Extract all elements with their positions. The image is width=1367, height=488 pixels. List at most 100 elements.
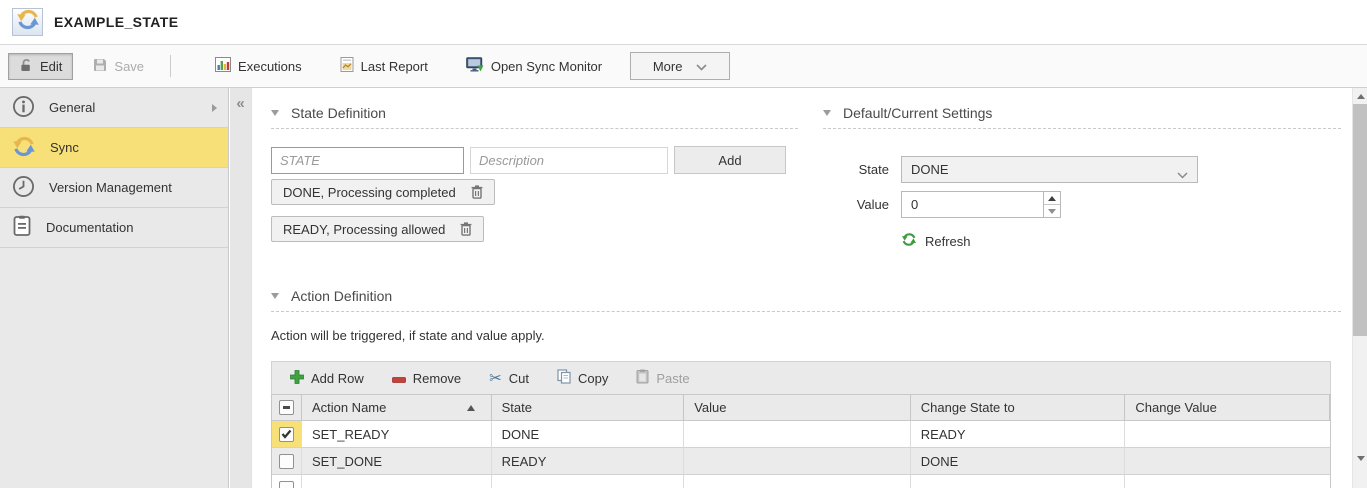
open-sync-monitor-button[interactable]: Open Sync Monitor bbox=[456, 53, 612, 80]
scroll-down-button[interactable] bbox=[1353, 450, 1367, 466]
column-header-change-value[interactable]: Change Value bbox=[1125, 395, 1330, 421]
column-label: State bbox=[502, 400, 532, 415]
cell-value[interactable] bbox=[684, 475, 911, 488]
sidebar-item-label: Documentation bbox=[46, 220, 133, 235]
section-collapse-icon[interactable] bbox=[271, 110, 279, 116]
main-toolbar: Edit Save E bbox=[0, 45, 1367, 88]
column-header-action-name[interactable]: Action Name bbox=[302, 395, 492, 421]
app-window: EXAMPLE_STATE Edit Save bbox=[0, 0, 1367, 488]
cell-value[interactable] bbox=[684, 421, 911, 448]
section-divider bbox=[823, 128, 1341, 129]
paste-label: Paste bbox=[656, 371, 689, 386]
scissors-icon: ✂ bbox=[489, 371, 502, 386]
select-all-cell bbox=[272, 395, 302, 421]
state-chip-label: READY, Processing allowed bbox=[283, 222, 445, 237]
paste-button[interactable]: Paste bbox=[636, 369, 689, 387]
cut-button[interactable]: ✂ Cut bbox=[489, 371, 529, 386]
value-input[interactable] bbox=[902, 192, 1042, 217]
table-row[interactable]: SET_READY DONE READY bbox=[272, 421, 1330, 448]
monitor-icon bbox=[466, 57, 484, 75]
cell-action-name[interactable] bbox=[302, 475, 492, 488]
report-icon bbox=[340, 57, 354, 75]
section-collapse-icon[interactable] bbox=[271, 293, 279, 299]
column-label: Change State to bbox=[921, 400, 1015, 415]
delete-state-icon[interactable] bbox=[471, 185, 483, 199]
sidebar-item-label: Version Management bbox=[49, 180, 172, 195]
scrollbar-thumb[interactable] bbox=[1353, 104, 1367, 336]
copy-icon bbox=[557, 369, 571, 387]
plus-icon bbox=[290, 370, 304, 387]
column-header-change-state-to[interactable]: Change State to bbox=[911, 395, 1126, 421]
section-title: Default/Current Settings bbox=[843, 105, 992, 121]
edit-label: Edit bbox=[40, 59, 62, 74]
indeterminate-mark bbox=[283, 406, 290, 409]
column-label: Action Name bbox=[312, 400, 386, 415]
cell-change-value[interactable] bbox=[1125, 448, 1330, 475]
save-icon bbox=[93, 58, 107, 75]
column-header-value[interactable]: Value bbox=[684, 395, 911, 421]
cell-state[interactable] bbox=[492, 475, 685, 488]
cell-value[interactable] bbox=[684, 448, 911, 475]
scroll-up-button[interactable] bbox=[1353, 88, 1367, 104]
action-table: Action Name State Value Change State to … bbox=[271, 394, 1331, 488]
cell-action-name[interactable]: SET_DONE bbox=[302, 448, 492, 475]
row-select-cell bbox=[272, 448, 302, 475]
cell-change-state-to[interactable] bbox=[911, 475, 1126, 488]
cell-state[interactable]: DONE bbox=[492, 421, 685, 448]
sidebar-item-label: Sync bbox=[50, 140, 79, 155]
row-checkbox-unchecked[interactable] bbox=[279, 454, 294, 469]
table-row[interactable]: SET_DONE READY DONE bbox=[272, 448, 1330, 475]
section-collapse-icon[interactable] bbox=[823, 110, 831, 116]
add-row-button[interactable]: Add Row bbox=[290, 370, 364, 387]
collapse-sidebar-icon[interactable]: « bbox=[230, 96, 251, 111]
row-select-cell bbox=[272, 475, 302, 488]
sidebar-item-sync[interactable]: Sync bbox=[0, 128, 228, 168]
action-definition-header: Action Definition bbox=[271, 281, 1341, 311]
stepper-up-button[interactable] bbox=[1044, 192, 1060, 205]
last-report-button[interactable]: Last Report bbox=[330, 53, 438, 80]
remove-button[interactable]: Remove bbox=[392, 371, 461, 386]
action-definition-section: Action Definition Action will be trigger… bbox=[271, 281, 1341, 488]
cell-action-name[interactable]: SET_READY bbox=[302, 421, 492, 448]
value-stepper bbox=[901, 191, 1061, 218]
state-label: State bbox=[823, 162, 889, 177]
table-row-partial[interactable] bbox=[272, 475, 1330, 488]
state-chip-label: DONE, Processing completed bbox=[283, 185, 456, 200]
row-checkbox-checked[interactable] bbox=[279, 427, 294, 442]
sidebar-item-version-management[interactable]: Version Management bbox=[0, 168, 228, 208]
save-button[interactable]: Save bbox=[83, 53, 154, 80]
delete-state-icon[interactable] bbox=[460, 222, 472, 236]
cell-change-value[interactable] bbox=[1125, 475, 1330, 488]
state-description-input[interactable] bbox=[470, 147, 668, 174]
cell-change-state-to[interactable]: READY bbox=[911, 421, 1126, 448]
cell-state[interactable]: READY bbox=[492, 448, 685, 475]
stepper-down-button[interactable] bbox=[1044, 205, 1060, 217]
arrow-up-icon bbox=[1048, 196, 1056, 201]
toolbar-separator bbox=[170, 55, 171, 77]
add-row-label: Add Row bbox=[311, 371, 364, 386]
sidebar: General Sync Version Management bbox=[0, 88, 229, 488]
executions-label: Executions bbox=[238, 59, 302, 74]
sidebar-item-documentation[interactable]: Documentation bbox=[0, 208, 228, 248]
executions-button[interactable]: Executions bbox=[205, 53, 312, 80]
more-button[interactable]: More bbox=[630, 52, 730, 80]
select-all-checkbox[interactable] bbox=[279, 400, 294, 415]
cell-change-value[interactable] bbox=[1125, 421, 1330, 448]
copy-button[interactable]: Copy bbox=[557, 369, 608, 387]
add-state-button[interactable]: Add bbox=[674, 146, 786, 174]
state-select[interactable]: DONE bbox=[901, 156, 1198, 183]
info-icon bbox=[12, 95, 35, 121]
state-chip-ready: READY, Processing allowed bbox=[271, 216, 484, 242]
state-name-input[interactable] bbox=[271, 147, 464, 174]
section-divider bbox=[271, 128, 798, 129]
arrow-down-icon bbox=[1357, 456, 1365, 461]
refresh-button[interactable]: Refresh bbox=[901, 232, 1341, 250]
sidebar-item-general[interactable]: General bbox=[0, 88, 228, 128]
sync-icon bbox=[12, 135, 36, 161]
sidebar-collapse-strip: « bbox=[230, 88, 252, 488]
state-definition-section: State Definition Add DONE, Processing co… bbox=[271, 98, 798, 242]
row-checkbox-unchecked[interactable] bbox=[279, 481, 294, 488]
column-header-state[interactable]: State bbox=[492, 395, 685, 421]
cell-change-state-to[interactable]: DONE bbox=[911, 448, 1126, 475]
edit-button[interactable]: Edit bbox=[8, 53, 73, 80]
